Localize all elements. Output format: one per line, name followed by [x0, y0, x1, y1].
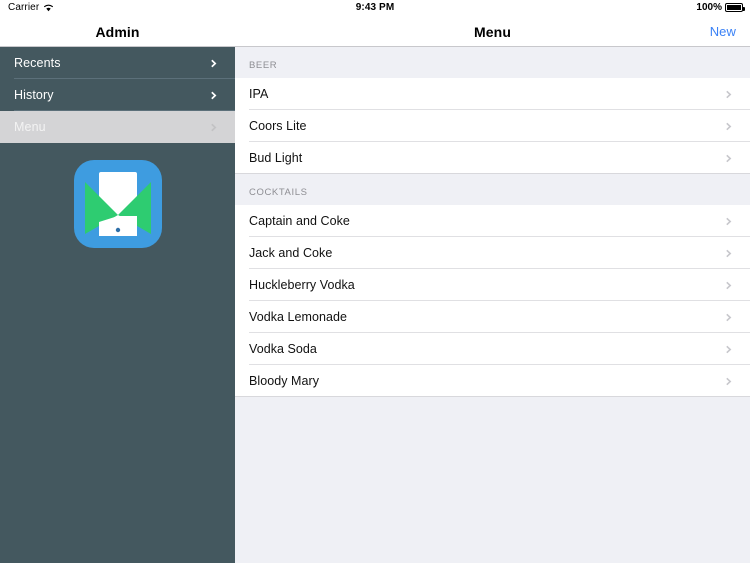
row-separator	[235, 396, 750, 397]
sidebar-title: Admin	[95, 23, 140, 40]
row-separator	[235, 173, 750, 174]
chevron-right-icon	[211, 59, 217, 67]
sidebar: Admin Recents History Menu	[0, 0, 235, 563]
menu-item-label: Coors Lite	[249, 119, 307, 133]
chevron-right-icon	[726, 313, 732, 321]
app-logo-container	[0, 143, 235, 248]
sidebar-list: Recents History Menu	[0, 47, 235, 143]
chevron-right-icon	[726, 281, 732, 289]
table-row[interactable]: Vodka Lemonade	[235, 301, 750, 333]
chevron-right-icon	[726, 377, 732, 385]
page-title: Menu	[474, 23, 511, 40]
chevron-right-icon	[211, 123, 217, 131]
status-bar-time: 9:43 PM	[355, 2, 395, 13]
chevron-right-icon	[726, 122, 732, 130]
table-row[interactable]: Jack and Coke	[235, 237, 750, 269]
table-row[interactable]: IPA	[235, 78, 750, 110]
detail-navbar: Menu New	[235, 17, 750, 47]
table-row[interactable]: Bloody Mary	[235, 365, 750, 397]
battery-fill	[727, 5, 741, 10]
sidebar-item-label: Menu	[14, 120, 46, 134]
app-screen: Carrier 9:43 PM 100% Admin Recents Histo…	[0, 0, 750, 563]
battery-percent-label: 100%	[696, 2, 722, 13]
chevron-right-icon	[726, 249, 732, 257]
section-header-cocktails: COCKTAILS	[235, 174, 750, 205]
table-row[interactable]: Captain and Coke	[235, 205, 750, 237]
menu-item-label: Bud Light	[249, 151, 303, 165]
menu-table: BEER IPA Coors Lite Bud Light COCKTAILS …	[235, 47, 750, 397]
sidebar-item-recents[interactable]: Recents	[0, 47, 235, 79]
table-row[interactable]: Coors Lite	[235, 110, 750, 142]
chevron-right-icon	[211, 91, 217, 99]
sidebar-navbar: Admin	[0, 17, 235, 47]
menu-item-label: Captain and Coke	[249, 214, 350, 228]
sidebar-item-history[interactable]: History	[0, 79, 235, 111]
menu-item-label: IPA	[249, 87, 269, 101]
menu-item-label: Vodka Lemonade	[249, 310, 348, 324]
table-row[interactable]: Huckleberry Vodka	[235, 269, 750, 301]
sidebar-item-label: History	[14, 88, 54, 102]
sidebar-item-label: Recents	[14, 56, 61, 70]
table-row[interactable]: Bud Light	[235, 142, 750, 174]
detail-panel: Menu New BEER IPA Coors Lite Bud Light C…	[235, 0, 750, 563]
menu-item-label: Bloody Mary	[249, 374, 320, 388]
status-bar-right: 100%	[696, 2, 745, 13]
sidebar-item-menu[interactable]: Menu	[0, 111, 235, 143]
chevron-right-icon	[726, 90, 732, 98]
table-row[interactable]: Vodka Soda	[235, 333, 750, 365]
chevron-right-icon	[726, 154, 732, 162]
section-header-beer: BEER	[235, 47, 750, 78]
chevron-right-icon	[726, 345, 732, 353]
battery-full-icon	[725, 3, 745, 12]
chevron-right-icon	[726, 217, 732, 225]
new-button[interactable]: New	[710, 24, 736, 39]
menu-item-label: Vodka Soda	[249, 342, 317, 356]
app-logo	[73, 160, 162, 248]
menu-item-label: Huckleberry Vodka	[249, 278, 355, 292]
status-bar: Carrier 9:43 PM 100%	[0, 0, 750, 17]
menu-item-label: Jack and Coke	[249, 246, 333, 260]
